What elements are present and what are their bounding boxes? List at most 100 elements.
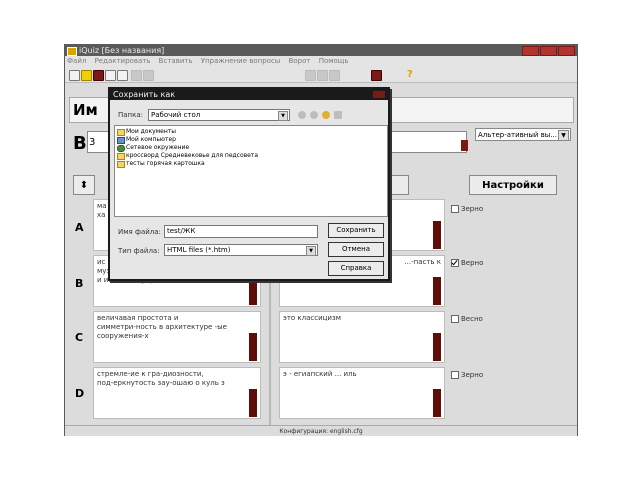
cancel-button[interactable]: Отмена xyxy=(328,242,384,257)
file-list: Мои документы Мой компьютер Сетевое окру… xyxy=(114,125,388,217)
folder-label: Папка: xyxy=(118,111,144,119)
folder-icon xyxy=(117,129,125,136)
export-icon[interactable] xyxy=(371,70,382,81)
help-icon[interactable]: ? xyxy=(407,69,413,80)
preview-icon[interactable] xyxy=(117,70,128,81)
chevron-down-icon[interactable]: ▼ xyxy=(306,246,316,256)
find-icon[interactable] xyxy=(329,70,340,81)
menu-help[interactable]: Помощь xyxy=(319,57,349,65)
answer-c-text[interactable]: величавая простота и симметри-ность в ар… xyxy=(93,311,261,363)
correct-c-checkbox[interactable]: Весно xyxy=(451,315,483,323)
correct-d-checkbox[interactable]: Зерно xyxy=(451,371,483,379)
new-icon[interactable] xyxy=(69,70,80,81)
list-item-label: Мои документы xyxy=(126,128,177,135)
new-folder-icon[interactable] xyxy=(322,111,330,119)
question-scrollbar[interactable] xyxy=(461,140,468,151)
up-folder-icon[interactable] xyxy=(310,111,318,119)
network-icon xyxy=(117,145,125,152)
checkbox-a-icon[interactable] xyxy=(451,205,459,213)
row-letter-c: C xyxy=(75,331,84,344)
save-button[interactable]: Сохранить xyxy=(328,223,384,238)
list-item-label: Сетевое окружение xyxy=(126,144,190,151)
folder-icon xyxy=(117,161,125,168)
close-button[interactable] xyxy=(558,46,575,56)
print-icon[interactable] xyxy=(105,70,116,81)
dialog-title: Сохранить как xyxy=(113,90,176,99)
menu-edit[interactable]: Редактировать xyxy=(95,57,151,65)
correct-a-label: Зерно xyxy=(461,205,484,213)
open-icon[interactable] xyxy=(81,70,92,81)
status-bar: Конфигурация: english.cfg xyxy=(65,425,577,436)
correct-b-checkbox[interactable]: Верно xyxy=(451,259,483,267)
question-number: 3 xyxy=(89,137,96,148)
match-b-scrollbar[interactable] xyxy=(433,277,441,305)
sort-button[interactable]: ⬍ xyxy=(73,175,95,195)
answer-d-text[interactable]: стремле-ие к гра-диозности, под-еркнутос… xyxy=(93,367,261,419)
list-item[interactable]: тесты горячая картошка xyxy=(117,160,385,168)
match-c-scrollbar[interactable] xyxy=(433,333,441,361)
copy-icon[interactable] xyxy=(143,70,154,81)
save-as-dialog: Сохранить как Папка: Рабочий стол ▼ Мои … xyxy=(108,87,390,281)
question-letter: B xyxy=(73,133,87,154)
menu-bar: Файл Редактировать Вставить Упражнение в… xyxy=(65,56,577,67)
answer-c-scrollbar[interactable] xyxy=(249,333,257,361)
app-icon xyxy=(67,47,77,56)
list-item-label: кроссворд Средневековье для педсовета xyxy=(126,152,259,159)
match-d-text[interactable]: э - егиапский ... иль xyxy=(279,367,445,419)
match-c-text[interactable]: это классицизм xyxy=(279,311,445,363)
computer-icon xyxy=(117,137,125,144)
view-menu-icon[interactable] xyxy=(334,111,342,119)
match-d-scrollbar[interactable] xyxy=(433,389,441,417)
correct-b-label: Верно xyxy=(461,259,484,267)
cut-icon[interactable] xyxy=(131,70,142,81)
minimize-button[interactable] xyxy=(522,46,539,56)
correct-c-label: Весно xyxy=(461,315,483,323)
answer-type-value: Альтер-ативный вы... xyxy=(478,131,557,139)
filetype-value: HTML files (*.htm) xyxy=(167,246,231,254)
list-item[interactable]: Мой компьютер xyxy=(117,136,385,144)
checkbox-d-icon[interactable] xyxy=(451,371,459,379)
list-item-label: тесты горячая картошка xyxy=(126,160,205,167)
list-item[interactable]: Сетевое окружение xyxy=(117,144,385,152)
list-item-label: Мой компьютер xyxy=(126,136,176,143)
checkbox-c-icon[interactable] xyxy=(451,315,459,323)
row-letter-b: B xyxy=(75,277,84,290)
folder-value: Рабочий стол xyxy=(151,111,201,119)
filetype-select[interactable]: HTML files (*.htm) ▼ xyxy=(164,244,318,256)
answer-type-select[interactable]: Альтер-ативный вы... ▼ xyxy=(475,128,571,141)
window-title: iQuiz [Без названия] xyxy=(79,46,165,55)
undo-icon[interactable] xyxy=(305,70,316,81)
dialog-close-button[interactable] xyxy=(373,91,385,98)
filename-input[interactable]: test/ЖК xyxy=(164,225,318,238)
quiz-name-label: Им xyxy=(73,101,98,119)
title-bar: iQuiz [Без названия] xyxy=(65,45,577,56)
settings-button[interactable]: Настройки xyxy=(469,175,557,195)
toolbar: ? xyxy=(65,67,577,83)
chevron-down-icon[interactable]: ▼ xyxy=(558,130,569,141)
correct-d-label: Зерно xyxy=(461,371,484,379)
menu-gate[interactable]: Ворот xyxy=(289,57,311,65)
row-letter-d: D xyxy=(75,387,85,400)
folder-icon xyxy=(117,153,125,160)
answer-d-scrollbar[interactable] xyxy=(249,389,257,417)
chevron-down-icon[interactable]: ▼ xyxy=(278,111,288,121)
back-icon[interactable] xyxy=(298,111,306,119)
maximize-button[interactable] xyxy=(540,46,557,56)
menu-file[interactable]: Файл xyxy=(67,57,86,65)
answer-b-scrollbar[interactable] xyxy=(249,277,257,305)
menu-exercise[interactable]: Упражнение вопросы xyxy=(201,57,281,65)
correct-a-checkbox[interactable]: Зерно xyxy=(451,205,483,213)
save-icon[interactable] xyxy=(93,70,104,81)
checkbox-b-checked-icon[interactable] xyxy=(451,259,459,267)
row-letter-a: A xyxy=(75,221,84,234)
filename-label: Имя файла: xyxy=(118,228,161,236)
filetype-label: Тип файла: xyxy=(118,247,160,255)
list-item[interactable]: Мои документы xyxy=(117,128,385,136)
redo-icon[interactable] xyxy=(317,70,328,81)
folder-select[interactable]: Рабочий стол ▼ xyxy=(148,109,290,121)
menu-insert[interactable]: Вставить xyxy=(159,57,193,65)
list-item[interactable]: кроссворд Средневековье для педсовета xyxy=(117,152,385,160)
help-button[interactable]: Справка xyxy=(328,261,384,276)
dialog-title-bar: Сохранить как xyxy=(110,89,388,100)
match-a-scrollbar[interactable] xyxy=(433,221,441,249)
